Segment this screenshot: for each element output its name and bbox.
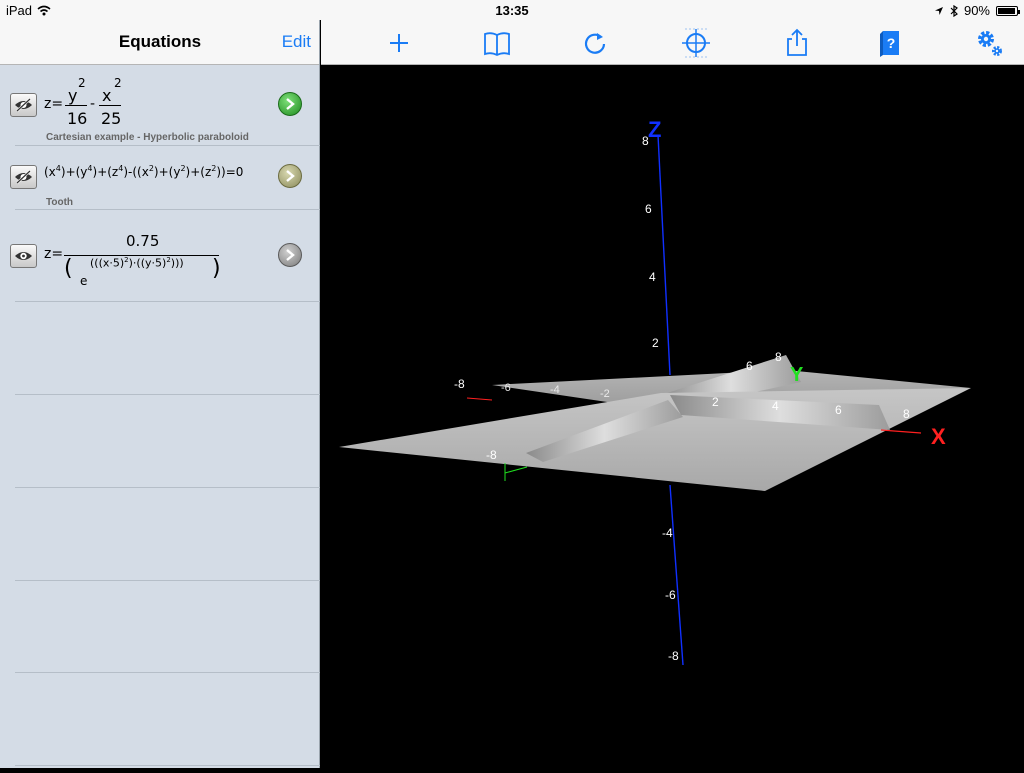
x-tick: 8 — [903, 407, 910, 421]
row-divider — [15, 301, 320, 302]
chevron-right-icon — [286, 170, 295, 182]
bluetooth-icon — [950, 4, 958, 17]
status-bar: iPad 13:35 90% — [0, 0, 1024, 20]
z-axis-lower — [669, 484, 684, 666]
help-book-icon: ? — [880, 31, 899, 57]
chevron-right-icon — [286, 98, 295, 110]
eye-slashed-icon — [15, 98, 32, 112]
z-tick: -8 — [668, 649, 679, 663]
x-tick: -8 — [454, 377, 465, 391]
z-tick: 6 — [645, 202, 652, 216]
row-divider — [15, 580, 320, 581]
sidebar-header: Equations Edit — [0, 20, 319, 65]
visibility-toggle-hidden[interactable] — [10, 93, 37, 117]
crosshair-icon — [682, 28, 710, 58]
x-tick: 6 — [835, 403, 842, 417]
sidebar-title: Equations — [118, 32, 202, 51]
z-tick: -6 — [665, 588, 676, 602]
x-tick-back: -4 — [550, 384, 560, 396]
rotate-icon — [584, 33, 606, 54]
y-axis-neg-2 — [504, 466, 528, 474]
share-icon — [787, 28, 807, 56]
graph-3d-view[interactable]: Z Y X 8 6 4 2 -4 -6 -8 2 4 6 8 -8 -8 6 8… — [321, 65, 1024, 768]
equation-row-2[interactable]: (x4)+(y4)+(z4)-((x2)+(y2)+(z2))=0 Tooth — [0, 146, 320, 210]
svg-text:?: ? — [887, 35, 896, 51]
equation-caption: Cartesian example - Hyperbolic paraboloi… — [46, 132, 249, 143]
y-tick: 6 — [746, 359, 753, 373]
z-tick: -4 — [662, 526, 673, 540]
x-axis-neg — [466, 397, 493, 401]
library-button[interactable] — [481, 27, 513, 59]
equation-row-3[interactable]: z= 0.75 ( e (((x·5)2)·((y·5)2))) ) — [0, 210, 320, 302]
equation-formula: z= 0.75 ( e (((x·5)2)·((y·5)2))) ) — [44, 232, 221, 288]
equation-detail-button[interactable] — [278, 243, 302, 267]
main-toolbar: ? — [321, 20, 1024, 65]
equation-caption: Tooth — [46, 197, 74, 208]
equations-sidebar: Equations Edit z= y 2 16 - x 2 25 Cartes… — [0, 20, 320, 768]
row-divider — [15, 487, 320, 488]
battery-percent: 90% — [963, 3, 990, 18]
book-icon — [484, 32, 510, 57]
x-tick: 4 — [772, 399, 779, 413]
settings-button[interactable] — [973, 27, 1005, 59]
x-tick-back: -6 — [501, 382, 511, 394]
equation-detail-button[interactable] — [278, 92, 302, 116]
eye-slashed-icon — [15, 170, 32, 184]
reset-view-button[interactable] — [579, 27, 611, 59]
z-tick: 4 — [649, 270, 656, 284]
equation-formula: (x4)+(y4)+(z4)-((x2)+(y2)+(z2))=0 — [44, 164, 244, 179]
help-button[interactable]: ? — [875, 27, 907, 59]
trace-button[interactable] — [680, 27, 712, 59]
x-axis — [880, 429, 922, 434]
z-tick: 8 — [642, 134, 649, 148]
x-tick: 2 — [712, 395, 719, 409]
location-icon — [934, 6, 943, 15]
y-tick: 8 — [775, 350, 782, 364]
row-divider — [15, 765, 320, 766]
row-divider — [15, 672, 320, 673]
equation-row-1[interactable]: z= y 2 16 - x 2 25 Cartesian example - H… — [0, 66, 320, 146]
z-tick: 2 — [652, 336, 659, 350]
y-tick: -8 — [486, 448, 497, 462]
battery-icon — [996, 5, 1020, 16]
row-divider — [15, 394, 320, 395]
y-axis-title: Y — [790, 364, 804, 386]
x-tick-back: -2 — [600, 388, 610, 400]
status-time: 13:35 — [495, 3, 529, 18]
equation-detail-button[interactable] — [278, 164, 302, 188]
share-button[interactable] — [781, 27, 813, 59]
z-axis — [657, 134, 671, 376]
surface-front — [339, 388, 971, 491]
x-axis-title: X — [931, 424, 946, 449]
equation-formula: z= y 2 16 - x 2 25 — [44, 76, 122, 128]
visibility-toggle-hidden[interactable] — [10, 165, 37, 189]
chevron-right-icon — [286, 249, 295, 261]
add-equation-button[interactable] — [383, 27, 415, 59]
graph-canvas[interactable]: Z Y X 8 6 4 2 -4 -6 -8 2 4 6 8 -8 -8 6 8… — [321, 65, 1024, 768]
z-axis-title: Z — [648, 117, 661, 142]
gear-icon — [978, 31, 1002, 56]
eye-icon — [15, 252, 32, 260]
edit-button[interactable]: Edit — [282, 32, 311, 52]
plus-icon — [390, 34, 408, 52]
visibility-toggle-visible[interactable] — [10, 244, 37, 268]
